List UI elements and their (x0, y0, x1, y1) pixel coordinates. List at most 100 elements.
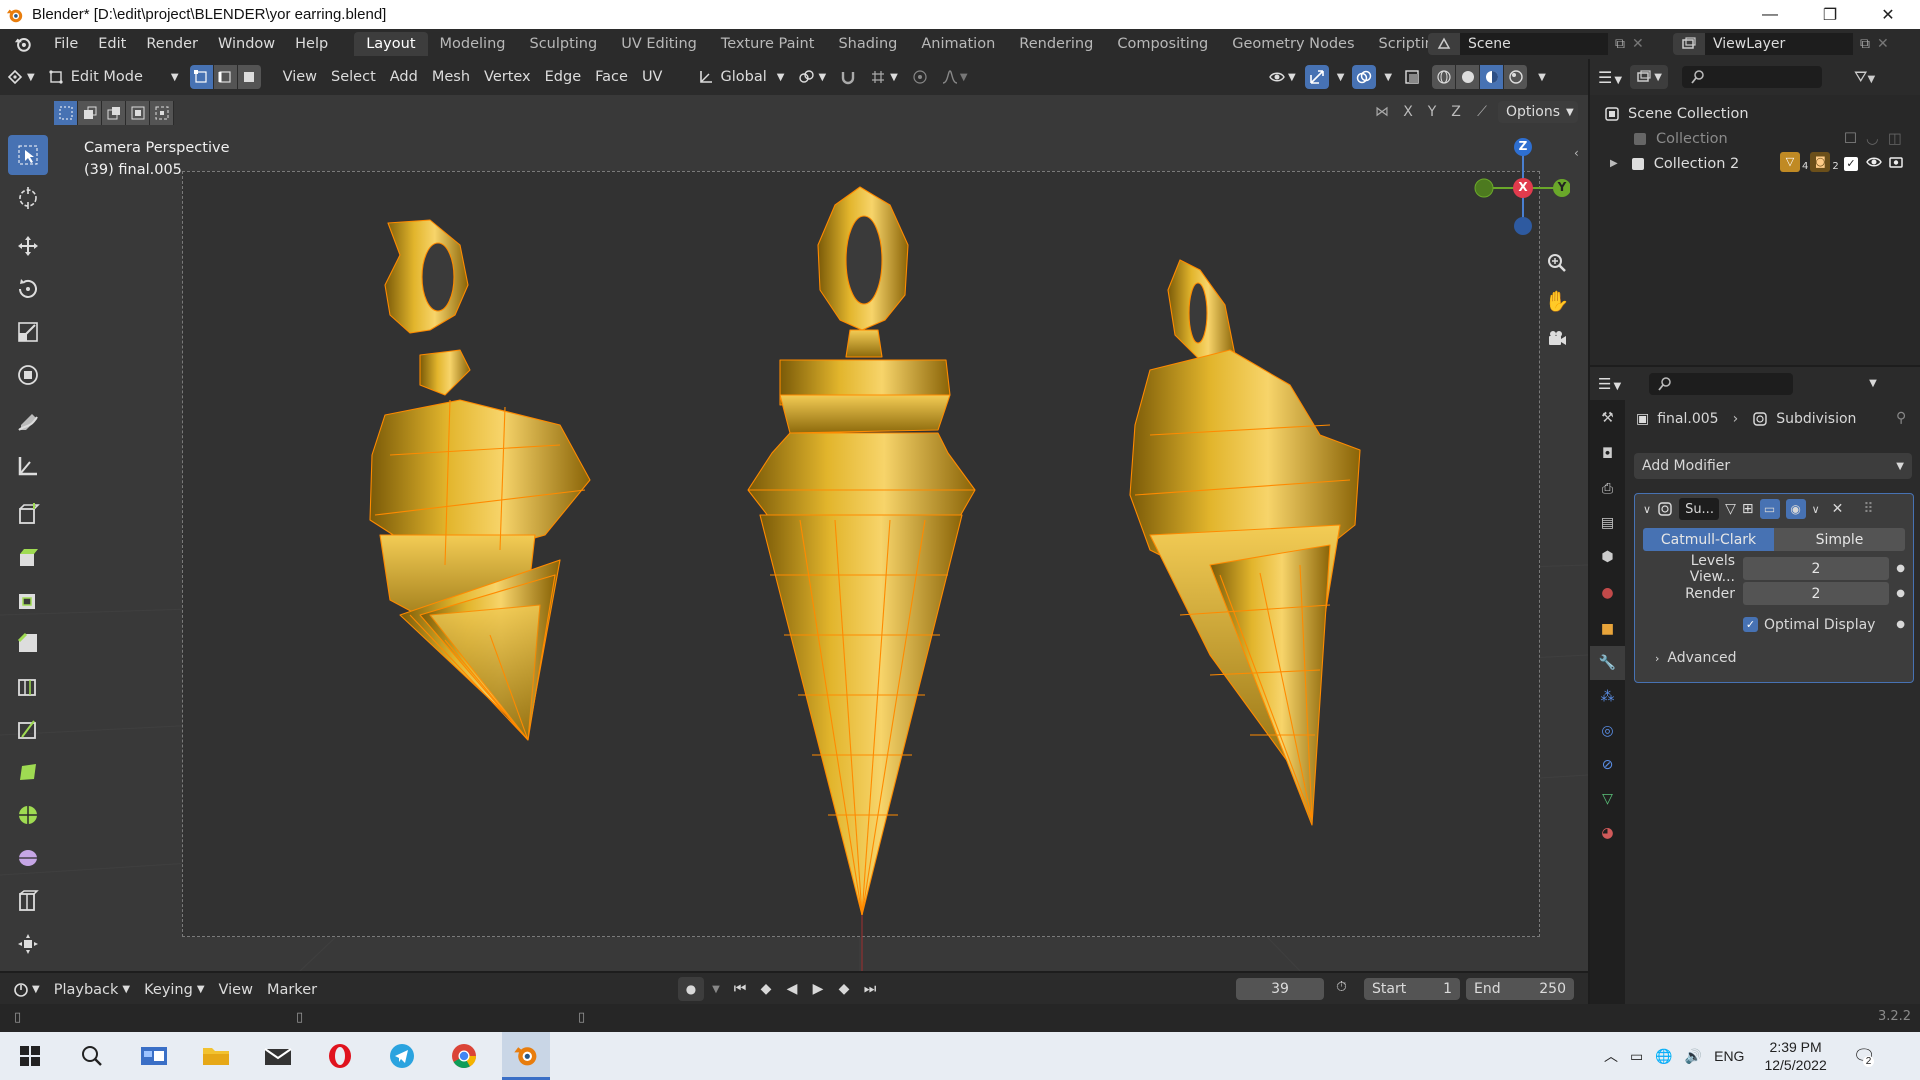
minimize-button[interactable]: — (1742, 0, 1798, 29)
cage-toggle-icon[interactable]: ⊞ (1742, 501, 1754, 517)
edge-select-icon[interactable] (213, 65, 238, 89)
axis-x-toggle[interactable]: X (1398, 104, 1418, 120)
expand-arrow-icon[interactable]: ▶ (1610, 158, 1618, 169)
editor-type-icon[interactable]: ▼ (0, 65, 42, 89)
scene-copy-icon[interactable]: ⧉ (1608, 33, 1632, 55)
spin-tool-icon[interactable] (8, 795, 48, 835)
menu-file[interactable]: File (44, 36, 88, 52)
chevron-down-icon[interactable]: ▼ (1869, 378, 1877, 389)
face-select-icon[interactable] (237, 65, 262, 89)
measure-tool-icon[interactable] (8, 446, 48, 486)
vertex-select-icon[interactable] (189, 65, 214, 89)
material-shading-icon[interactable] (1480, 65, 1505, 89)
taskbar-search-icon[interactable] (68, 1032, 116, 1080)
modifier-name-field[interactable]: Su... (1679, 498, 1720, 520)
poly-build-tool-icon[interactable] (8, 752, 48, 792)
notification-icon[interactable]: 🗨 2 (1853, 1046, 1876, 1067)
blender-taskbar-icon[interactable] (502, 1032, 550, 1080)
outliner-row-collection[interactable]: Collection ☐ ◡ ◫ (1604, 126, 1920, 151)
windows-start-icon[interactable] (6, 1032, 54, 1080)
menu-keying[interactable]: Keying ▼ (137, 978, 211, 1002)
view-layer-field[interactable]: ViewLayer (1705, 33, 1853, 55)
volume-icon[interactable]: 🔊 (1685, 1048, 1702, 1065)
knife-tool-icon[interactable] (8, 709, 48, 749)
modifier-menu-chevron-icon[interactable]: ∨ (1812, 503, 1820, 516)
stopwatch-icon[interactable]: ⏱ (1336, 979, 1347, 995)
scale-tool-icon[interactable] (8, 312, 48, 352)
snap-toggle[interactable] (833, 65, 863, 89)
simple-button[interactable]: Simple (1774, 528, 1905, 551)
rotate-tool-icon[interactable] (8, 269, 48, 309)
record-icon[interactable]: ● (678, 977, 704, 1001)
file-explorer-icon[interactable] (192, 1032, 240, 1080)
render-levels-field[interactable]: 2 (1743, 582, 1889, 605)
menu-marker[interactable]: Marker (260, 978, 324, 1002)
tab-animation[interactable]: Animation (909, 32, 1007, 56)
scene-field[interactable]: Scene (1460, 33, 1608, 55)
modifier-tab-icon[interactable]: 🔧 (1590, 646, 1625, 680)
prev-keyframe-icon[interactable]: ◆ (754, 981, 778, 997)
physics-tab-icon[interactable]: ◎ (1590, 714, 1625, 748)
falloff-dropdown[interactable]: ▼ (935, 65, 975, 89)
shrink-fatten-tool-icon[interactable] (8, 924, 48, 964)
menu-playback[interactable]: Playback ▼ (47, 978, 137, 1002)
proportional-edit-toggle[interactable] (905, 65, 935, 89)
start-frame-field[interactable]: Start 1 (1364, 978, 1460, 1000)
annotate-tool-icon[interactable] (8, 403, 48, 443)
earring-left[interactable] (369, 219, 591, 741)
select-tool-icon[interactable] (8, 135, 48, 175)
select-subtract-icon[interactable] (102, 101, 126, 125)
chevron-down-icon[interactable]: ▼ (1337, 72, 1345, 83)
viewport-display-toggle-icon[interactable]: ▭ (1759, 499, 1780, 519)
chrome-icon[interactable] (440, 1032, 488, 1080)
pivot-point-dropdown[interactable]: ▼ (791, 65, 833, 89)
opera-icon[interactable] (316, 1032, 364, 1080)
levels-viewport-field[interactable]: 2 (1743, 557, 1889, 580)
task-view-icon[interactable] (130, 1032, 178, 1080)
menu-edge[interactable]: Edge (538, 65, 589, 89)
particles-tab-icon[interactable]: ⁂ (1590, 680, 1625, 714)
menu-render[interactable]: Render (136, 36, 208, 52)
options-dropdown[interactable]: Options ▼ (1498, 101, 1578, 123)
transform-tool-icon[interactable] (8, 355, 48, 395)
edit-mode-toggle-icon[interactable]: ▽ (1725, 501, 1736, 517)
jump-end-icon[interactable]: ⏭ (858, 981, 882, 997)
menu-add[interactable]: Add (383, 65, 425, 89)
advanced-subpanel[interactable]: › Advanced (1655, 648, 1905, 668)
add-cube-tool-icon[interactable] (8, 494, 48, 534)
scene-delete-icon[interactable]: ✕ (1632, 36, 1652, 52)
render-tab-icon[interactable]: ◘ (1590, 436, 1625, 472)
wireframe-shading-icon[interactable] (1432, 65, 1457, 89)
pin-icon[interactable]: ⚲ (1896, 410, 1906, 426)
xray-toggle-icon[interactable] (1400, 65, 1424, 89)
select-extend-icon[interactable] (78, 101, 102, 125)
earring-right[interactable] (1129, 259, 1361, 826)
overlays-toggle-icon[interactable] (1352, 65, 1377, 89)
world-tab-icon[interactable]: ● (1590, 574, 1625, 612)
visibility-dropdown[interactable]: ▼ (1262, 65, 1303, 89)
tab-shading[interactable]: Shading (826, 32, 909, 56)
add-modifier-dropdown[interactable]: Add Modifier ▼ (1634, 453, 1912, 479)
snap-target-dropdown[interactable]: ▼ (863, 65, 905, 89)
select-box-icon[interactable] (54, 101, 78, 125)
gizmo-toggle-icon[interactable] (1304, 65, 1329, 89)
loop-cut-tool-icon[interactable] (8, 666, 48, 706)
outliner-editor-icon[interactable]: ☰ ▼ (1598, 68, 1622, 87)
scene-icon[interactable] (1428, 33, 1460, 55)
menu-select[interactable]: Select (324, 65, 383, 89)
telegram-icon[interactable] (378, 1032, 426, 1080)
play-reverse-icon[interactable]: ◀ (780, 981, 804, 997)
hide-eye-icon[interactable]: ◡ (1866, 131, 1879, 147)
rendered-shading-icon[interactable] (1504, 65, 1529, 89)
extrude-tool-icon[interactable] (8, 537, 48, 577)
filter-icon[interactable]: ⛛▼ (1854, 67, 1875, 87)
edge-slide-tool-icon[interactable] (8, 881, 48, 921)
camera-view-icon[interactable] (1542, 320, 1572, 358)
battery-icon[interactable]: ▭ (1630, 1048, 1643, 1065)
view-layer-icon[interactable] (1673, 33, 1705, 55)
clock[interactable]: 2:39 PM 12/5/2022 (1764, 1038, 1826, 1074)
select-invert-icon[interactable] (126, 101, 150, 125)
chevron-down-icon[interactable]: ▼ (706, 984, 726, 995)
zoom-icon[interactable] (1542, 244, 1572, 282)
tab-sculpting[interactable]: Sculpting (517, 32, 609, 56)
